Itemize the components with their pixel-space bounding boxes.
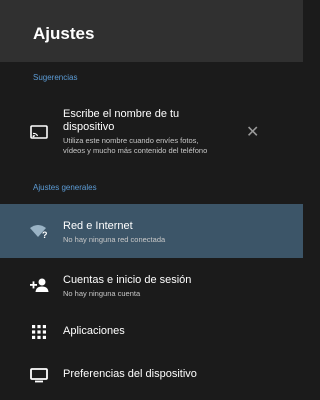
wifi-question-icon: ?: [28, 220, 50, 242]
settings-item-network[interactable]: ? Red e Internet No hay ninguna red cone…: [0, 204, 303, 258]
suggestion-subtitle-line1: Utiliza este nombre cuando envíes fotos,: [63, 136, 199, 145]
settings-item-label: Aplicaciones: [63, 325, 125, 337]
section-label-general: Ajustes generales: [33, 183, 97, 192]
apps-grid-icon: [28, 321, 50, 343]
settings-item-label: Cuentas e inicio de sesión: [63, 274, 192, 286]
settings-item-accounts[interactable]: Cuentas e inicio de sesión No hay ningun…: [0, 258, 303, 312]
svg-text:?: ?: [42, 230, 48, 239]
settings-item-device-preferences[interactable]: Preferencias del dispositivo: [0, 355, 303, 395]
settings-item-label: Preferencias del dispositivo: [63, 368, 197, 380]
section-label-suggestions: Sugerencias: [33, 73, 78, 82]
suggestion-title-line1: Escribe el nombre de tu: [63, 108, 180, 120]
add-person-icon: [28, 274, 50, 296]
settings-item-sub: No hay ninguna cuenta: [63, 289, 141, 298]
header: Ajustes: [0, 0, 303, 62]
settings-item-sub: No hay ninguna red conectada: [63, 235, 166, 244]
suggestion-subtitle-line2: vídeos y mucho más contenido del teléfon…: [63, 146, 208, 155]
close-icon[interactable]: ✕: [246, 125, 259, 141]
settings-item-label: Red e Internet: [63, 220, 133, 232]
suggestion-title-line2: dispositivo: [63, 121, 115, 133]
settings-item-apps[interactable]: Aplicaciones: [0, 312, 303, 352]
cast-icon: [28, 121, 50, 143]
tv-monitor-icon: [28, 364, 50, 386]
page-title: Ajustes: [33, 24, 95, 43]
